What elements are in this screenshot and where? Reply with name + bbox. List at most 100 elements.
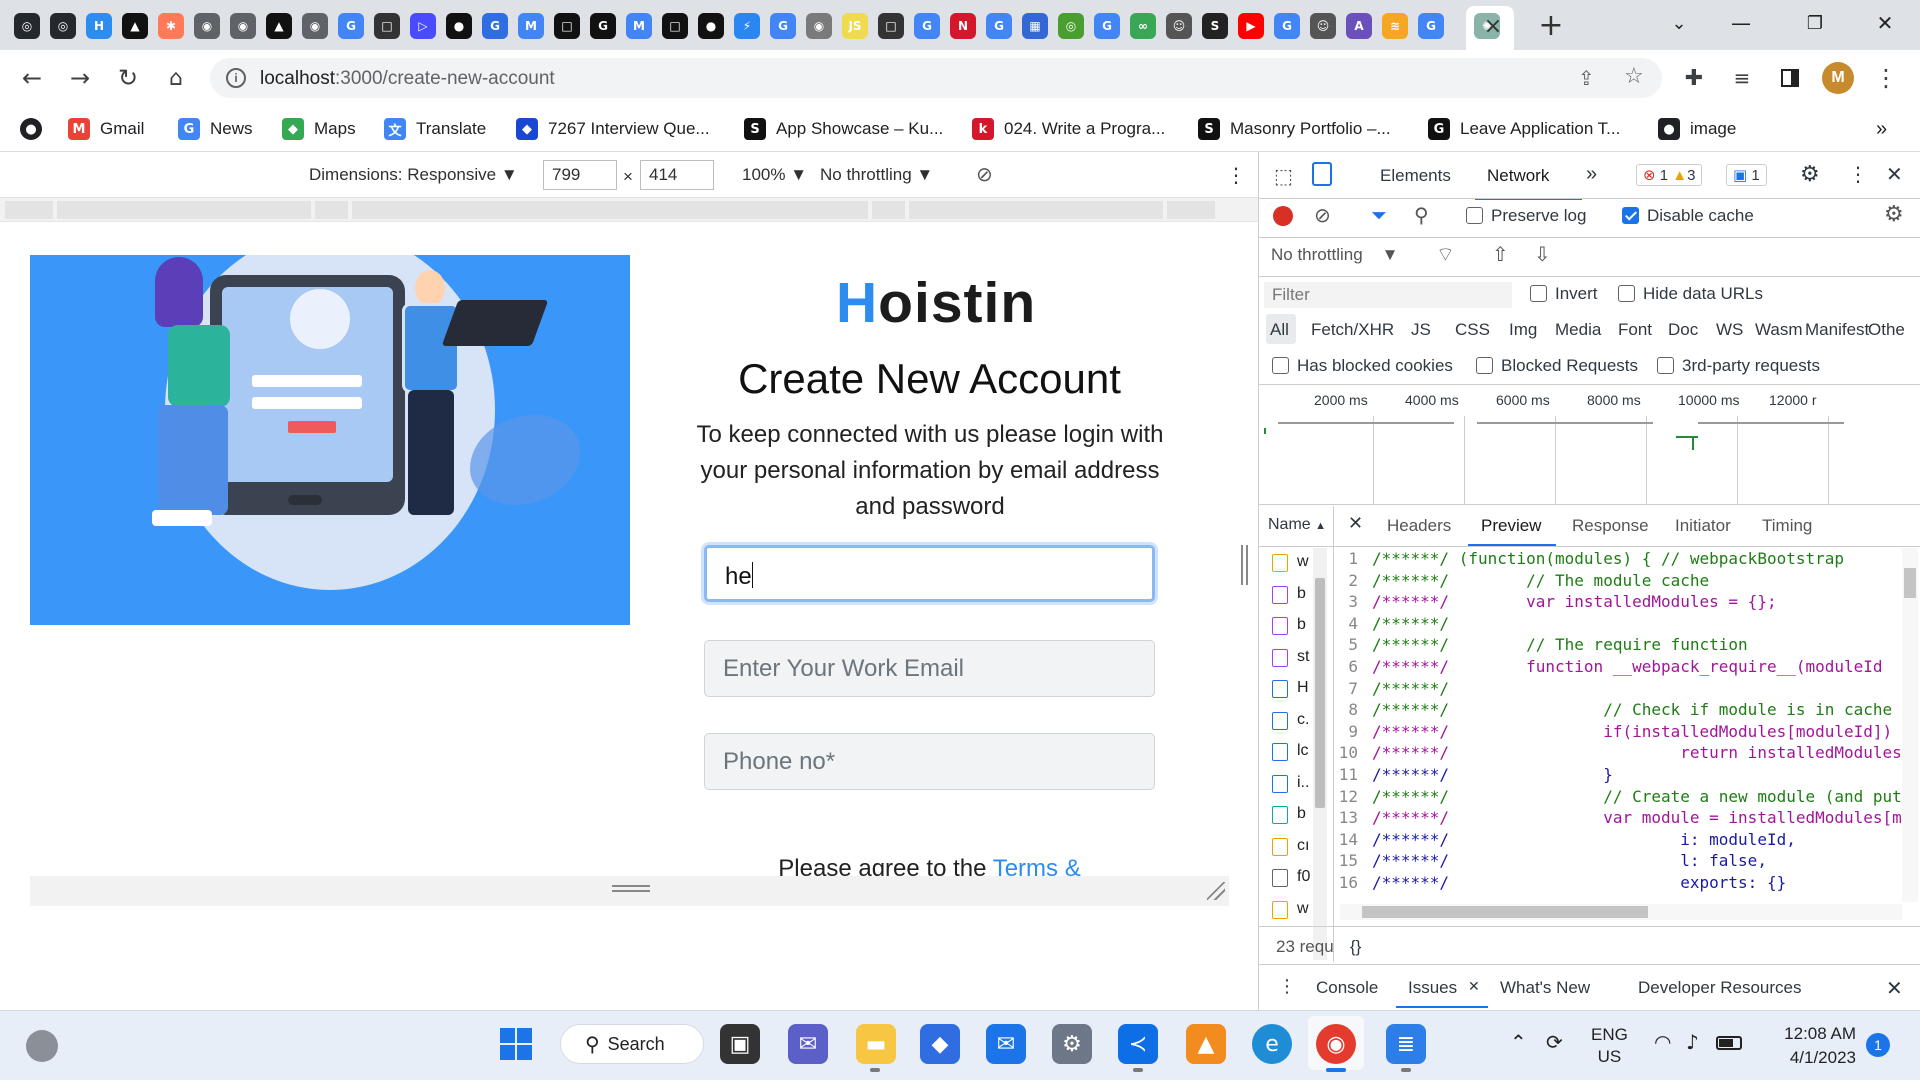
vlc-icon[interactable]: ▲: [1186, 1024, 1226, 1064]
detail-tab-headers[interactable]: Headers: [1387, 516, 1451, 536]
issues-counter[interactable]: ⊗ 1 ▲3: [1636, 164, 1703, 186]
filter-icon[interactable]: ⏷: [1371, 203, 1387, 227]
weather-widget-icon[interactable]: [26, 1030, 58, 1062]
notification-badge[interactable]: 1: [1866, 1033, 1890, 1057]
scroll-thumb[interactable]: [1315, 578, 1325, 808]
messages-counter[interactable]: ▣ 1: [1726, 164, 1767, 186]
bookmark-item[interactable]: k 024. Write a Progra...: [972, 114, 1165, 144]
request-name[interactable]: w: [1297, 900, 1309, 918]
hide-data-urls-checkbox[interactable]: Hide data URLs: [1618, 284, 1763, 304]
request-name[interactable]: c.: [1297, 711, 1309, 729]
type-filter-ws[interactable]: WS: [1716, 320, 1743, 340]
settings-icon[interactable]: ⚙: [1052, 1024, 1092, 1064]
type-filter-font[interactable]: Font: [1618, 320, 1652, 340]
drawer-menu-icon[interactable]: ⋮: [1278, 976, 1296, 997]
media-query-ruler[interactable]: [0, 198, 1258, 222]
type-filter-manifest[interactable]: Manifest: [1805, 320, 1869, 340]
terms-link[interactable]: Terms &: [993, 855, 1081, 876]
language-indicator[interactable]: ENG US: [1591, 1024, 1628, 1068]
tab-favicon-icon[interactable]: ≋: [1382, 13, 1408, 39]
request-list-scrollbar[interactable]: [1313, 548, 1327, 960]
blocked-requests-checkbox[interactable]: Blocked Requests: [1476, 356, 1638, 376]
tab-favicon-icon[interactable]: ☺: [1310, 13, 1336, 39]
tab-favicon-icon[interactable]: G: [986, 13, 1012, 39]
tab-favicon-icon[interactable]: □: [374, 13, 400, 39]
ruler-segment[interactable]: [1167, 201, 1215, 219]
type-filter-wasm[interactable]: Wasm: [1755, 320, 1803, 340]
windows-start-icon[interactable]: [500, 1028, 532, 1060]
tab-elements[interactable]: Elements: [1380, 166, 1451, 186]
tab-favicon-icon[interactable]: ◎: [1058, 13, 1084, 39]
device-throttle-dropdown[interactable]: No throttling ▼: [820, 165, 933, 185]
tab-favicon-icon[interactable]: ☺: [1166, 13, 1192, 39]
name-input[interactable]: he: [704, 545, 1155, 602]
pretty-print-button[interactable]: {}: [1350, 937, 1361, 957]
tab-favicon-icon[interactable]: G: [338, 13, 364, 39]
close-issues-tab-icon[interactable]: ✕: [1468, 978, 1480, 995]
bookmark-apps[interactable]: ●: [20, 114, 52, 144]
viewport-side-handle[interactable]: [1238, 545, 1252, 585]
tab-favicon-icon[interactable]: □: [554, 13, 580, 39]
request-name[interactable]: b: [1297, 585, 1306, 603]
dropbox-icon[interactable]: ◆: [920, 1024, 960, 1064]
tab-favicon-icon[interactable]: ◎: [50, 13, 76, 39]
media-control-icon[interactable]: ≡: [1726, 62, 1758, 94]
tab-favicon-icon[interactable]: N: [950, 13, 976, 39]
filter-input[interactable]: Filter: [1264, 282, 1512, 308]
request-name[interactable]: b: [1297, 616, 1306, 634]
restore-button[interactable]: ❐: [1800, 8, 1830, 38]
file-explorer-icon[interactable]: ▬: [856, 1024, 896, 1064]
sync-icon[interactable]: ⟳: [1546, 1030, 1563, 1054]
tab-favicon-icon[interactable]: ◎: [14, 13, 40, 39]
ruler-segment[interactable]: [872, 201, 905, 219]
request-name[interactable]: cı: [1297, 837, 1309, 855]
invert-checkbox[interactable]: Invert: [1530, 284, 1598, 304]
import-har-icon[interactable]: ⇧: [1492, 242, 1509, 266]
tab-network[interactable]: Network: [1487, 166, 1549, 186]
bookmark-star-icon[interactable]: ☆: [1624, 64, 1644, 89]
wifi-icon[interactable]: ◠: [1654, 1030, 1671, 1054]
close-drawer-icon[interactable]: ✕: [1886, 976, 1903, 1000]
volume-icon[interactable]: ♪: [1686, 1030, 1699, 1054]
device-width-input[interactable]: 799: [543, 160, 617, 190]
more-tabs-button[interactable]: »: [1586, 163, 1597, 186]
viewport-resize-bar[interactable]: [30, 876, 1229, 906]
type-filter-fetchxhr[interactable]: Fetch/XHR: [1311, 320, 1394, 340]
tab-favicon-icon[interactable]: □: [878, 13, 904, 39]
tab-favicon-icon[interactable]: ●: [446, 13, 472, 39]
bookmark-item[interactable]: 文 Translate: [384, 114, 486, 144]
back-button[interactable]: ←: [16, 62, 48, 94]
tab-favicon-icon[interactable]: ∞: [1130, 13, 1156, 39]
type-filter-img[interactable]: Img: [1509, 320, 1537, 340]
tab-favicon-icon[interactable]: G: [770, 13, 796, 39]
extensions-icon[interactable]: ✚: [1678, 62, 1710, 94]
request-name[interactable]: f0: [1297, 868, 1310, 886]
tab-favicon-icon[interactable]: G: [590, 13, 616, 39]
corner-resize-icon[interactable]: [1207, 882, 1225, 900]
vscode-icon[interactable]: ≺: [1118, 1024, 1158, 1064]
close-details-icon[interactable]: ✕: [1348, 513, 1363, 534]
ruler-segment[interactable]: [909, 201, 1163, 219]
url-text[interactable]: localhost:3000/create-new-account: [260, 68, 555, 90]
bookmark-item[interactable]: ● image: [1658, 114, 1736, 144]
tab-favicon-icon[interactable]: □: [662, 13, 688, 39]
drawer-tab-what-s-new[interactable]: What's New: [1500, 978, 1590, 998]
ruler-segment[interactable]: [57, 201, 311, 219]
type-filter-js[interactable]: JS: [1411, 320, 1431, 340]
detail-tab-response[interactable]: Response: [1572, 516, 1649, 536]
preserve-log-checkbox[interactable]: Preserve log: [1466, 206, 1586, 226]
network-overview-timeline[interactable]: 2000 ms 4000 ms 6000 ms 8000 ms 10000 ms 1200…: [1262, 386, 1920, 504]
request-name[interactable]: H: [1297, 679, 1309, 697]
reload-button[interactable]: ↻: [112, 62, 144, 94]
chrome-icon[interactable]: ◉: [1316, 1024, 1356, 1064]
drawer-tab-issues[interactable]: Issues: [1408, 978, 1457, 998]
tab-favicon-icon[interactable]: A: [1346, 13, 1372, 39]
preview-vertical-scrollbar[interactable]: [1902, 548, 1918, 902]
address-bar[interactable]: i localhost:3000/create-new-account ⇪ ☆: [210, 58, 1662, 98]
request-name[interactable]: i..: [1297, 774, 1309, 792]
task-view-icon[interactable]: ▣: [720, 1024, 760, 1064]
phone-input[interactable]: Phone no*: [704, 733, 1155, 790]
share-icon[interactable]: ⇪: [1578, 66, 1595, 90]
bookmark-item[interactable]: G Leave Application T...: [1428, 114, 1620, 144]
has-blocked-cookies-checkbox[interactable]: Has blocked cookies: [1272, 356, 1453, 376]
